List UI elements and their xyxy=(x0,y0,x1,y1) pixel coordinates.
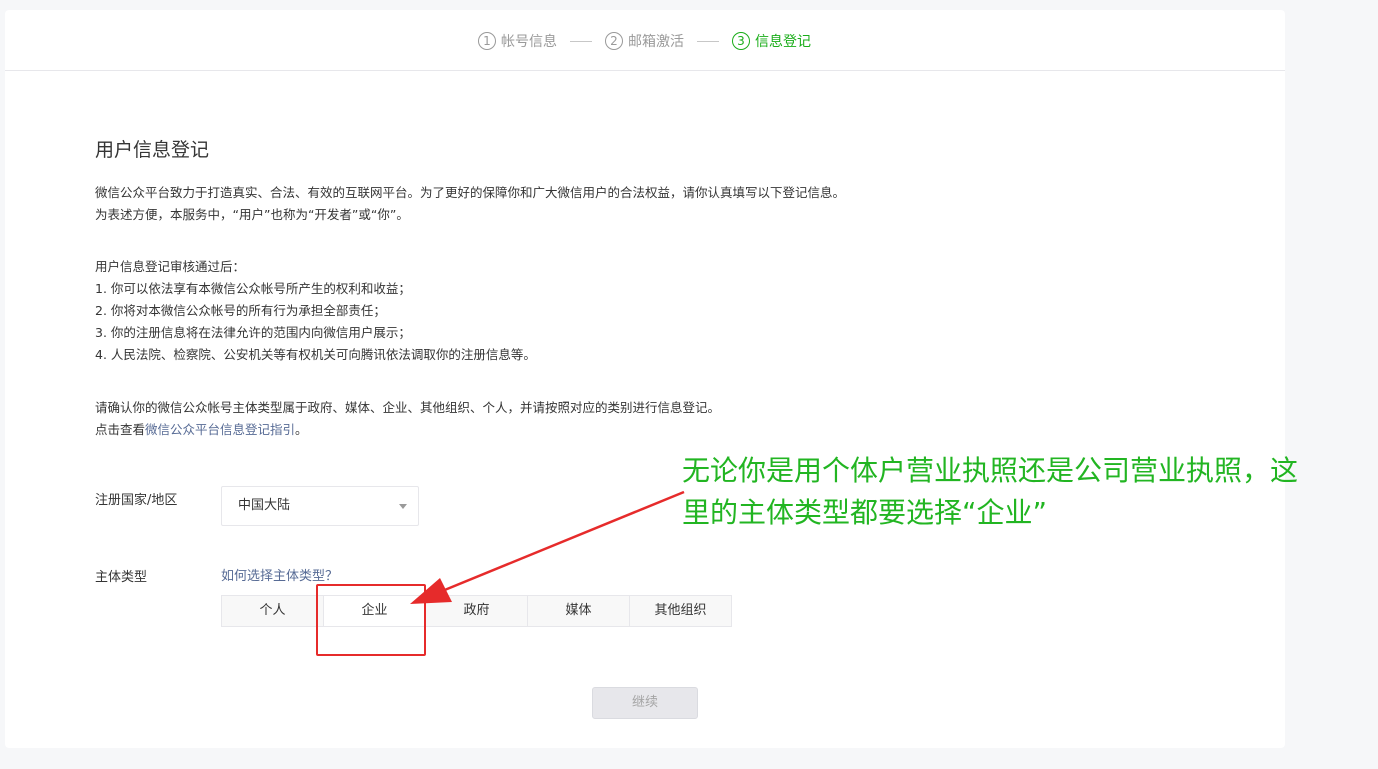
arrow-shaft xyxy=(429,490,685,598)
annotation-arrow-icon xyxy=(410,490,685,604)
arrow-head xyxy=(410,578,452,604)
